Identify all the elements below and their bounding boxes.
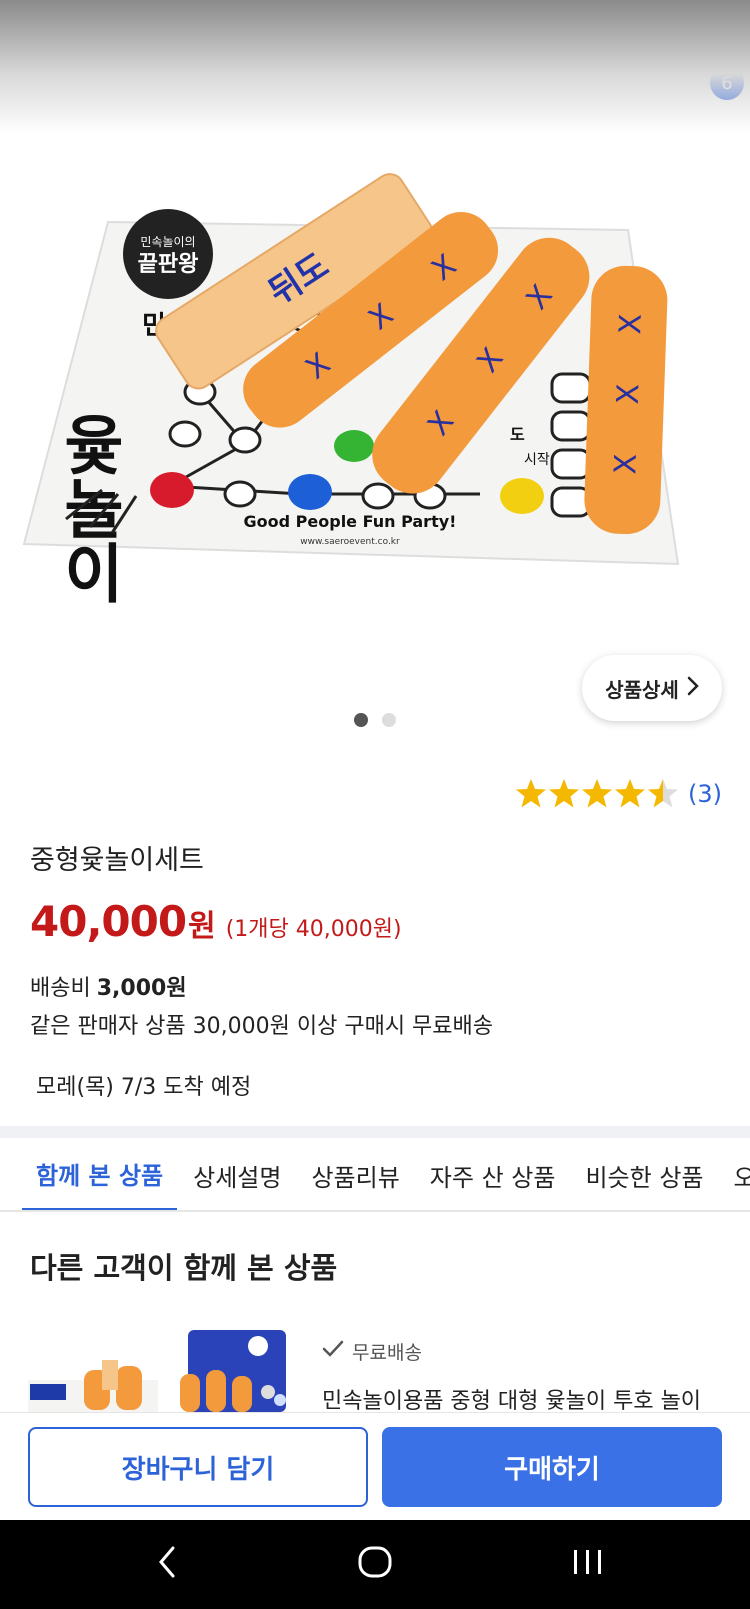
review-count[interactable]: (3)	[688, 780, 722, 808]
pen-icon	[534, 19, 554, 45]
back-icon[interactable]	[28, 70, 58, 124]
svg-text:X: X	[611, 383, 647, 405]
carousel-dot-2[interactable]	[382, 713, 396, 727]
red-token	[150, 472, 194, 508]
status-bar: KT 9:11 Super SOL Kurly HD 5G 67	[0, 0, 750, 64]
product-detail-label: 상품상세	[605, 677, 679, 702]
product-detail-button[interactable]: 상품상세	[582, 655, 722, 721]
board-big-title: 윷놀이	[51, 412, 125, 604]
board-url: www.saeroevent.co.kr	[300, 537, 400, 547]
svg-text:X: X	[608, 453, 644, 475]
section-divider	[0, 1126, 750, 1138]
rating[interactable]: (3)	[516, 778, 722, 810]
hd-voice-icon: HD	[565, 21, 598, 43]
tab-description[interactable]: 상세설명	[179, 1138, 295, 1210]
tab-frequently-bought[interactable]: 자주 산 상품	[416, 1138, 570, 1210]
shipping-fee-row: 배송비 3,000원	[30, 970, 187, 1002]
status-icons: HD 5G 67	[534, 18, 724, 46]
carousel-indicator	[0, 713, 750, 727]
search-icon[interactable]	[532, 70, 576, 124]
shipping-fee: 3,000원	[96, 976, 187, 1001]
notification-dot-icon	[263, 28, 271, 36]
free-shipping-label: 무료배송	[352, 1342, 422, 1364]
yut-stick-3: X X X	[584, 265, 668, 535]
system-navigation-bar	[0, 1520, 750, 1609]
chevron-right-icon	[687, 676, 699, 701]
cart-count-badge: 6	[710, 66, 744, 100]
battery-indicator: 67	[673, 18, 724, 46]
add-to-cart-button[interactable]: 장바구니 담기	[28, 1427, 368, 1507]
checkmark-icon	[322, 1340, 344, 1363]
board-title-top: 민속놀이의	[140, 235, 195, 249]
kurly-icon: Kurly	[183, 18, 212, 46]
shipping-label: 배송비	[30, 976, 91, 1001]
tab-similar[interactable]: 비슷한 상품	[571, 1138, 717, 1210]
nav-home-icon[interactable]	[355, 1542, 395, 1586]
product-price: 40,000	[30, 897, 187, 946]
related-product-image[interactable]	[28, 1330, 290, 1412]
edit-notification-icon	[224, 21, 250, 43]
bottom-action-bar: 장바구니 담기 구매하기	[0, 1412, 750, 1520]
home-icon[interactable]	[604, 70, 648, 124]
clock: 9:11	[65, 17, 128, 47]
cart-icon[interactable]: 6	[676, 66, 744, 124]
nav-back-icon[interactable]	[155, 1542, 179, 1586]
board-title-main: 끝판왕	[138, 252, 199, 277]
board-slogan: Good People Fun Party!	[244, 512, 457, 531]
green-token	[334, 430, 374, 462]
carousel-dot-1[interactable]	[354, 713, 368, 727]
app-header: 6	[0, 64, 750, 134]
shipping-note: 같은 판매자 상품 30,000원 이상 구매시 무료배송	[30, 1014, 494, 1039]
unit-price: (1개당 40,000원)	[225, 917, 402, 942]
tab-reviews[interactable]: 상품리뷰	[297, 1138, 413, 1210]
product-tabs: 함께 본 상품 상세설명 상품리뷰 자주 산 상품 비슷한 상품 오	[0, 1138, 750, 1212]
network-5g-icon: 5G	[609, 25, 628, 39]
related-product-name[interactable]: 민속놀이용품 중형 대형 윷놀이 투호 놀이	[322, 1383, 732, 1415]
svg-text:X: X	[613, 313, 649, 335]
section-title: 다른 고객이 함께 본 상품	[30, 1251, 338, 1285]
super-sol-icon: Super SOL	[139, 20, 173, 44]
star-rating-icon	[516, 779, 678, 808]
buy-now-button[interactable]: 구매하기	[382, 1427, 722, 1507]
price-currency: 원	[188, 909, 216, 944]
product-title: 중형윷놀이세트	[30, 845, 204, 876]
tab-more[interactable]: 오	[719, 1138, 750, 1210]
price-row: 40,000 원 (1개당 40,000원)	[30, 897, 402, 946]
signal-icon	[640, 20, 662, 44]
tab-viewed-together[interactable]: 함께 본 상품	[22, 1138, 178, 1210]
board-start-label: 시작	[524, 452, 550, 468]
yellow-token	[500, 478, 544, 514]
blue-token	[288, 474, 332, 510]
delivery-eta: 모레(목) 7/3 도착 예정	[36, 1075, 252, 1100]
related-thumbnail-illustration	[28, 1330, 286, 1412]
free-shipping-badge: 무료배송	[322, 1338, 422, 1365]
nav-recents-icon[interactable]	[570, 1542, 606, 1586]
carrier-label: KT	[26, 17, 56, 47]
board-do-label: 도	[510, 425, 525, 444]
